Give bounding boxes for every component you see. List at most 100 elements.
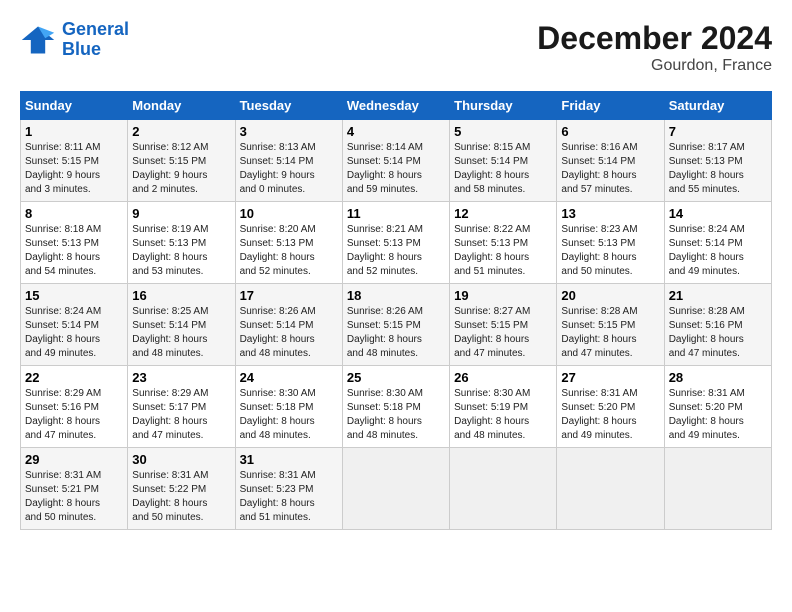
day-info: Sunrise: 8:30 AMSunset: 5:19 PMDaylight:… [454, 387, 552, 443]
logo-icon [20, 22, 56, 58]
header-row: SundayMondayTuesdayWednesdayThursdayFrid… [21, 92, 772, 120]
logo: General Blue [20, 20, 129, 60]
day-cell: 5 Sunrise: 8:15 AMSunset: 5:14 PMDaylight… [450, 120, 557, 202]
page-header: General Blue December 2024 Gourdon, Fran… [20, 20, 772, 75]
day-info: Sunrise: 8:21 AMSunset: 5:13 PMDaylight:… [347, 223, 445, 279]
day-info: Sunrise: 8:27 AMSunset: 5:15 PMDaylight:… [454, 305, 552, 361]
day-number: 15 [25, 288, 123, 303]
day-number: 19 [454, 288, 552, 303]
day-info: Sunrise: 8:26 AMSunset: 5:14 PMDaylight:… [240, 305, 338, 361]
day-number: 10 [240, 206, 338, 221]
day-number: 20 [561, 288, 659, 303]
day-info: Sunrise: 8:12 AMSunset: 5:15 PMDaylight:… [132, 141, 230, 197]
day-info: Sunrise: 8:17 AMSunset: 5:13 PMDaylight:… [669, 141, 767, 197]
day-info: Sunrise: 8:31 AMSunset: 5:22 PMDaylight:… [132, 469, 230, 525]
week-row-5: 29Sunrise: 8:31 AMSunset: 5:21 PMDayligh… [21, 448, 772, 530]
day-info: Sunrise: 8:31 AMSunset: 5:23 PMDaylight:… [240, 469, 338, 525]
day-cell: 7 Sunrise: 8:17 AMSunset: 5:13 PMDaylight… [664, 120, 771, 202]
day-number: 22 [25, 370, 123, 385]
day-number: 26 [454, 370, 552, 385]
week-row-2: 8 Sunrise: 8:18 AMSunset: 5:13 PMDaylight… [21, 202, 772, 284]
day-cell: 14 Sunrise: 8:24 AMSunset: 5:14 PMDayligh… [664, 202, 771, 284]
week-row-1: 1Sunrise: 8:11 AMSunset: 5:15 PMDaylight… [21, 120, 772, 202]
calendar-table: SundayMondayTuesdayWednesdayThursdayFrid… [20, 91, 772, 530]
day-number: 11 [347, 206, 445, 221]
day-cell [450, 448, 557, 530]
day-info: Sunrise: 8:30 AMSunset: 5:18 PMDaylight:… [347, 387, 445, 443]
day-cell [664, 448, 771, 530]
day-number: 16 [132, 288, 230, 303]
day-info: Sunrise: 8:13 AMSunset: 5:14 PMDaylight:… [240, 141, 338, 197]
day-cell: 1Sunrise: 8:11 AMSunset: 5:15 PMDaylight… [21, 120, 128, 202]
day-number: 24 [240, 370, 338, 385]
day-cell: 12 Sunrise: 8:22 AMSunset: 5:13 PMDayligh… [450, 202, 557, 284]
day-info: Sunrise: 8:19 AMSunset: 5:13 PMDaylight:… [132, 223, 230, 279]
day-cell: 17 Sunrise: 8:26 AMSunset: 5:14 PMDayligh… [235, 284, 342, 366]
day-number: 4 [347, 124, 445, 139]
col-header-saturday: Saturday [664, 92, 771, 120]
day-cell [342, 448, 449, 530]
day-number: 3 [240, 124, 338, 139]
day-cell [557, 448, 664, 530]
day-info: Sunrise: 8:24 AMSunset: 5:14 PMDaylight:… [669, 223, 767, 279]
day-cell: 20 Sunrise: 8:28 AMSunset: 5:15 PMDayligh… [557, 284, 664, 366]
day-cell: 13Sunrise: 8:23 AMSunset: 5:13 PMDayligh… [557, 202, 664, 284]
day-number: 21 [669, 288, 767, 303]
day-number: 23 [132, 370, 230, 385]
day-number: 8 [25, 206, 123, 221]
day-cell: 22 Sunrise: 8:29 AMSunset: 5:16 PMDayligh… [21, 366, 128, 448]
day-info: Sunrise: 8:16 AMSunset: 5:14 PMDaylight:… [561, 141, 659, 197]
day-cell: 30 Sunrise: 8:31 AMSunset: 5:22 PMDayligh… [128, 448, 235, 530]
page-subtitle: Gourdon, France [537, 57, 772, 75]
col-header-wednesday: Wednesday [342, 92, 449, 120]
day-info: Sunrise: 8:26 AMSunset: 5:15 PMDaylight:… [347, 305, 445, 361]
day-number: 25 [347, 370, 445, 385]
day-number: 28 [669, 370, 767, 385]
week-row-3: 15 Sunrise: 8:24 AMSunset: 5:14 PMDayligh… [21, 284, 772, 366]
day-number: 31 [240, 452, 338, 467]
day-cell: 4 Sunrise: 8:14 AMSunset: 5:14 PMDaylight… [342, 120, 449, 202]
day-cell: 24Sunrise: 8:30 AMSunset: 5:18 PMDayligh… [235, 366, 342, 448]
day-info: Sunrise: 8:28 AMSunset: 5:15 PMDaylight:… [561, 305, 659, 361]
day-number: 13 [561, 206, 659, 221]
day-info: Sunrise: 8:11 AMSunset: 5:15 PMDaylight:… [25, 141, 123, 197]
day-info: Sunrise: 8:14 AMSunset: 5:14 PMDaylight:… [347, 141, 445, 197]
day-cell: 2Sunrise: 8:12 AMSunset: 5:15 PMDaylight… [128, 120, 235, 202]
col-header-sunday: Sunday [21, 92, 128, 120]
day-info: Sunrise: 8:25 AMSunset: 5:14 PMDaylight:… [132, 305, 230, 361]
logo-text: General Blue [62, 20, 129, 60]
day-cell: 26 Sunrise: 8:30 AMSunset: 5:19 PMDayligh… [450, 366, 557, 448]
day-cell: 16 Sunrise: 8:25 AMSunset: 5:14 PMDayligh… [128, 284, 235, 366]
col-header-thursday: Thursday [450, 92, 557, 120]
day-cell: 27Sunrise: 8:31 AMSunset: 5:20 PMDayligh… [557, 366, 664, 448]
day-info: Sunrise: 8:24 AMSunset: 5:14 PMDaylight:… [25, 305, 123, 361]
day-number: 27 [561, 370, 659, 385]
day-cell: 10Sunrise: 8:20 AMSunset: 5:13 PMDayligh… [235, 202, 342, 284]
day-cell: 23Sunrise: 8:29 AMSunset: 5:17 PMDayligh… [128, 366, 235, 448]
day-number: 9 [132, 206, 230, 221]
day-cell: 19 Sunrise: 8:27 AMSunset: 5:15 PMDayligh… [450, 284, 557, 366]
day-info: Sunrise: 8:22 AMSunset: 5:13 PMDaylight:… [454, 223, 552, 279]
day-info: Sunrise: 8:29 AMSunset: 5:16 PMDaylight:… [25, 387, 123, 443]
day-cell: 15 Sunrise: 8:24 AMSunset: 5:14 PMDayligh… [21, 284, 128, 366]
day-cell: 9 Sunrise: 8:19 AMSunset: 5:13 PMDaylight… [128, 202, 235, 284]
day-cell: 28 Sunrise: 8:31 AMSunset: 5:20 PMDayligh… [664, 366, 771, 448]
day-number: 30 [132, 452, 230, 467]
day-cell: 6 Sunrise: 8:16 AMSunset: 5:14 PMDaylight… [557, 120, 664, 202]
day-number: 17 [240, 288, 338, 303]
day-number: 14 [669, 206, 767, 221]
day-number: 7 [669, 124, 767, 139]
title-block: December 2024 Gourdon, France [537, 20, 772, 75]
col-header-friday: Friday [557, 92, 664, 120]
day-info: Sunrise: 8:18 AMSunset: 5:13 PMDaylight:… [25, 223, 123, 279]
day-number: 18 [347, 288, 445, 303]
day-info: Sunrise: 8:31 AMSunset: 5:21 PMDaylight:… [25, 469, 123, 525]
day-number: 12 [454, 206, 552, 221]
day-info: Sunrise: 8:31 AMSunset: 5:20 PMDaylight:… [669, 387, 767, 443]
day-cell: 8 Sunrise: 8:18 AMSunset: 5:13 PMDaylight… [21, 202, 128, 284]
day-number: 5 [454, 124, 552, 139]
day-info: Sunrise: 8:15 AMSunset: 5:14 PMDaylight:… [454, 141, 552, 197]
day-cell: 21Sunrise: 8:28 AMSunset: 5:16 PMDayligh… [664, 284, 771, 366]
page-title: December 2024 [537, 20, 772, 57]
day-number: 6 [561, 124, 659, 139]
